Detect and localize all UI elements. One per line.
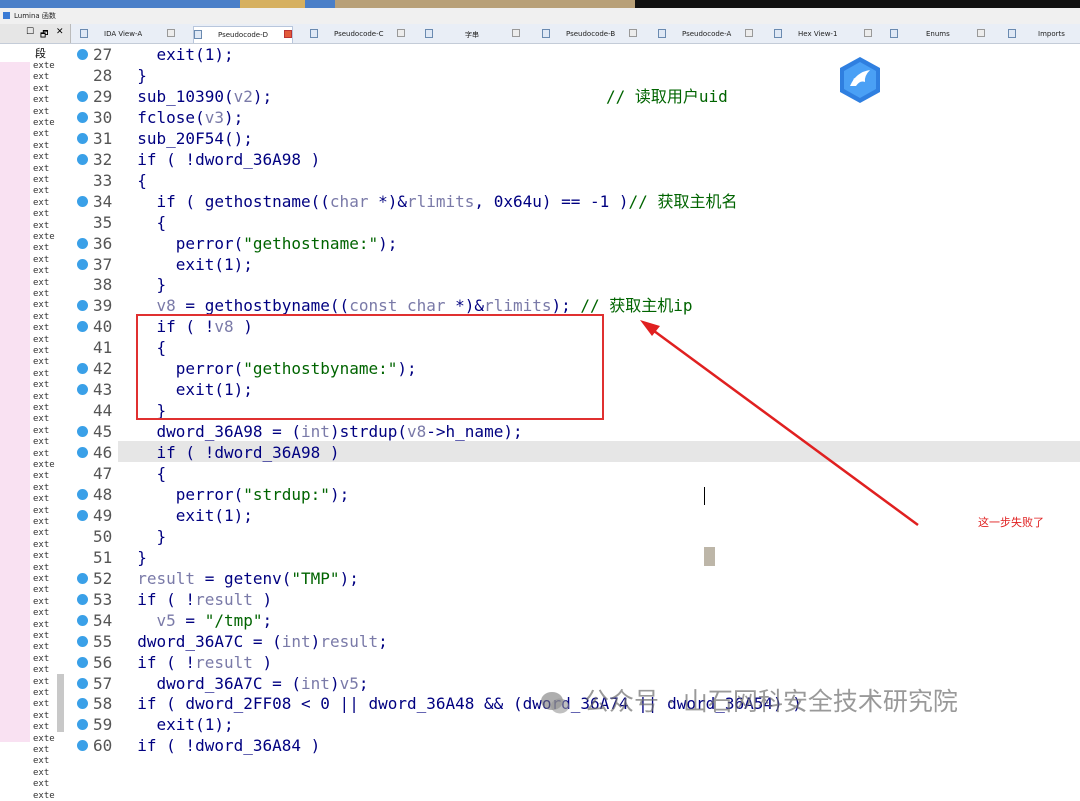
segment-item[interactable]: ext (33, 757, 49, 766)
annotation-arrow (640, 320, 919, 527)
segment-item[interactable]: ext (33, 768, 49, 778)
wechat-icon (541, 692, 569, 714)
watermark: 公众号 · 山石网科安全技术研究院 (540, 682, 958, 718)
segment-item[interactable]: exte (33, 791, 55, 801)
segment-item[interactable]: ext (33, 780, 49, 789)
segment-item[interactable]: ext (33, 746, 49, 755)
watermark-text: 公众号 · 山石网科安全技术研究院 (584, 687, 958, 716)
bird-logo-icon (840, 57, 880, 103)
annotation-text: 这一步失败了 (978, 516, 1044, 529)
